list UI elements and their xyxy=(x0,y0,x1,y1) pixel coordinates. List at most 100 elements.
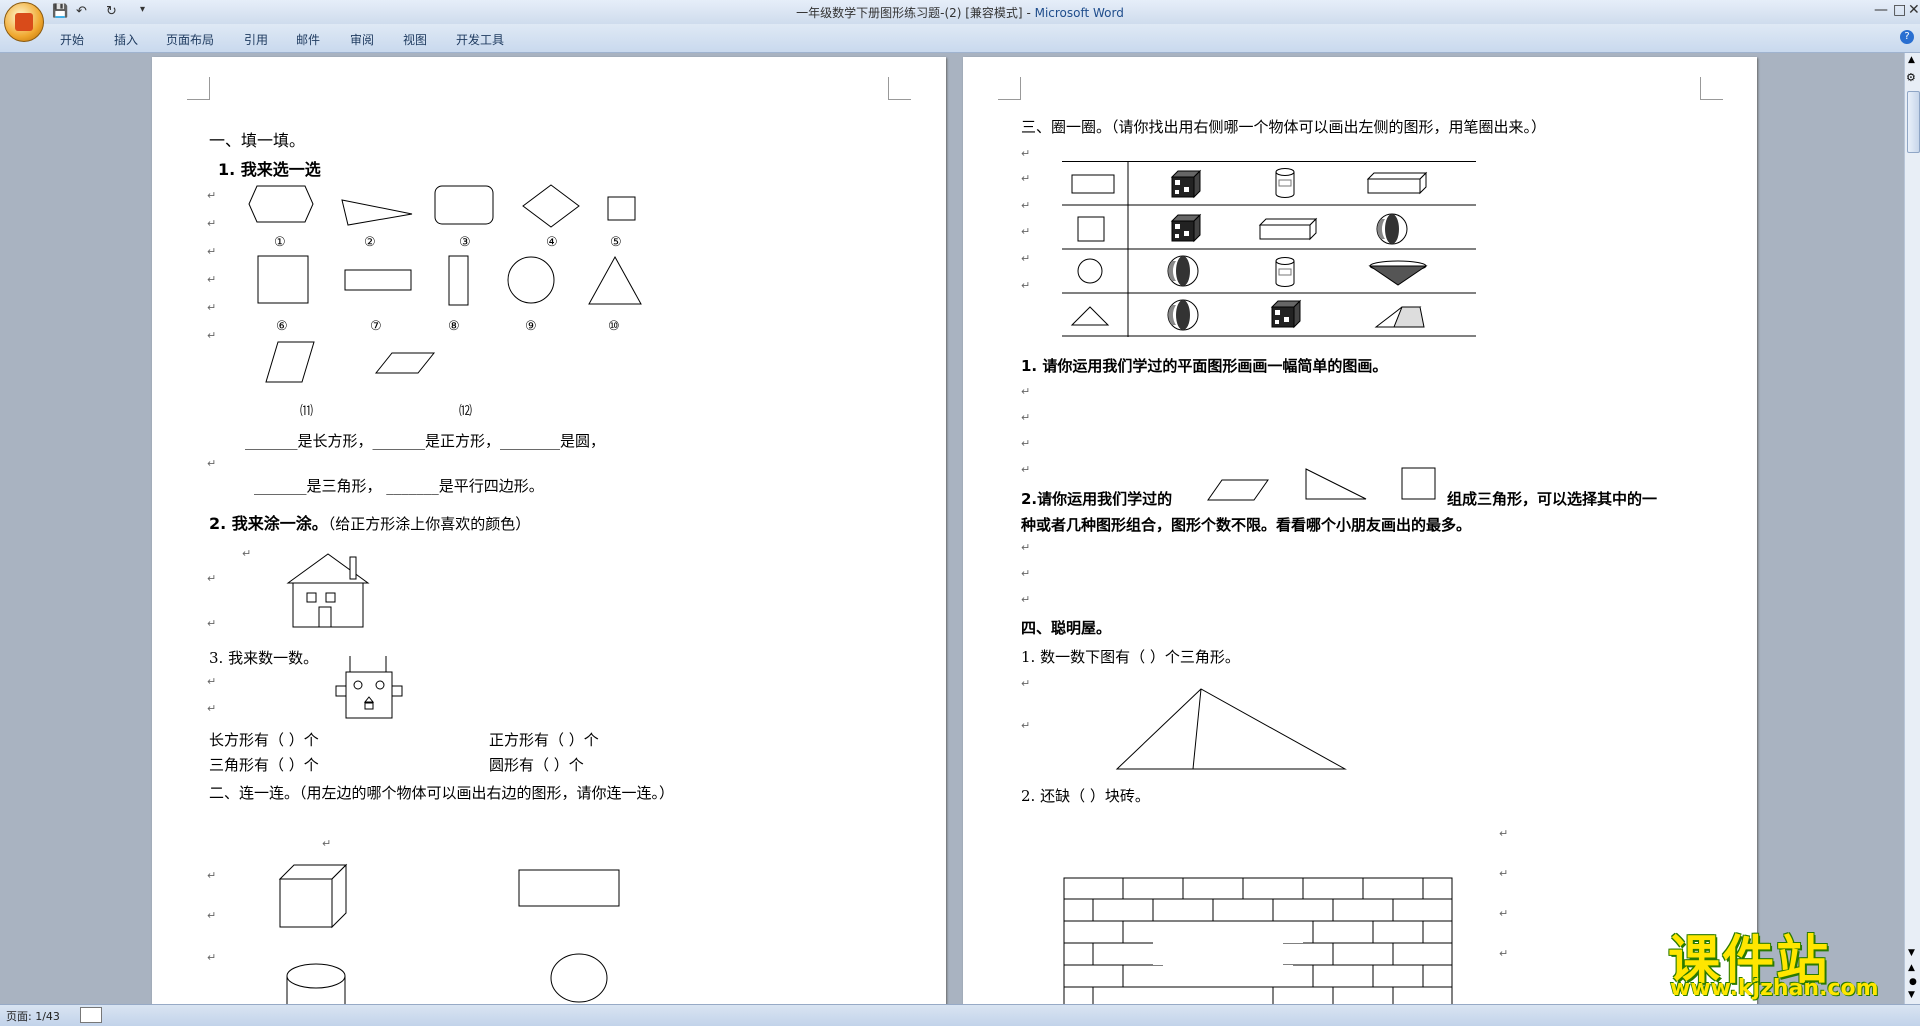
tab-view[interactable]: 视图 xyxy=(403,31,427,48)
paragraph-mark: ↵ xyxy=(1021,677,1031,690)
shape-label: ① xyxy=(274,235,286,250)
count-triangles: 三角形有（ ）个 xyxy=(209,756,319,774)
restore-icon[interactable]: □ xyxy=(1893,2,1906,18)
app-name: Microsoft Word xyxy=(1034,6,1124,20)
office-logo-icon xyxy=(15,13,33,31)
scroll-down-icon[interactable]: ▼ xyxy=(1908,948,1915,958)
crop-mark xyxy=(187,77,210,100)
paragraph-mark: ↵ xyxy=(1021,279,1031,292)
minimize-icon[interactable]: — xyxy=(1874,2,1888,18)
brick-wall-figure xyxy=(1063,877,1453,1004)
paragraph-mark: ↵ xyxy=(1021,385,1031,398)
count-squares: 正方形有（ ）个 xyxy=(489,731,599,749)
tab-mailings[interactable]: 邮件 xyxy=(296,31,320,48)
paragraph-mark: ↵ xyxy=(1021,411,1031,424)
paragraph-mark: ↵ xyxy=(207,217,217,230)
crop-mark xyxy=(1700,77,1723,100)
page-1: 一、填一填。 1. 我来选一选 ↵ ↵ ↵ ↵ ↵ ↵ ① ② ③ ④ ⑤ ⑥ … xyxy=(152,57,946,1004)
paragraph-mark: ↵ xyxy=(1021,463,1031,476)
help-icon[interactable]: ? xyxy=(1900,30,1914,44)
tall-rectangle-shape xyxy=(448,255,469,306)
triangle-count-figure xyxy=(1115,688,1347,770)
tab-references[interactable]: 引用 xyxy=(244,31,268,48)
site-watermark: 课件站 www.kjzhan.com xyxy=(1668,918,1900,1001)
paragraph-mark: ↵ xyxy=(207,572,217,585)
previous-page-icon[interactable]: ▲ xyxy=(1908,963,1915,973)
tab-review[interactable]: 审阅 xyxy=(350,31,374,48)
section-1-heading: 一、填一填。 xyxy=(209,131,306,150)
shape-label: ⑿ xyxy=(459,404,473,419)
tab-insert[interactable]: 插入 xyxy=(114,31,138,48)
page2-question-2-end: 组成三角形，可以选择其中的一 xyxy=(1447,490,1658,508)
shape-label: ⑦ xyxy=(370,319,382,334)
proofing-icon[interactable] xyxy=(80,1007,102,1023)
parallelogram-shape-flat xyxy=(374,352,436,374)
paragraph-mark: ↵ xyxy=(207,189,217,202)
paragraph-mark: ↵ xyxy=(322,837,332,850)
paragraph-mark: ↵ xyxy=(1021,541,1031,554)
section-4-question-1: 1. 数一数下图有（ ）个三角形。 xyxy=(1021,648,1240,666)
question-1-heading: 1. 我来选一选 xyxy=(218,160,321,179)
paragraph-mark: ↵ xyxy=(207,273,217,286)
tab-page-layout[interactable]: 页面布局 xyxy=(166,31,214,48)
shape-label: ⑨ xyxy=(525,319,537,334)
close-icon[interactable]: ✕ xyxy=(1908,2,1920,18)
watermark-url: www.kjzhan.com xyxy=(1670,976,1879,1001)
section-3-heading: 三、圈一圈。（请你找出用右侧哪一个物体可以画出左侧的图形，用笔圈出来。） xyxy=(1021,118,1547,136)
next-page-icon[interactable]: ▼ xyxy=(1908,990,1915,1000)
question-2-heading: 2. 我来涂一涂。 xyxy=(209,514,328,533)
paragraph-mark: ↵ xyxy=(207,457,217,470)
paragraph-mark: ↵ xyxy=(1021,199,1031,212)
paragraph-mark: ↵ xyxy=(1499,907,1509,920)
shape-label: ② xyxy=(364,235,376,250)
circle-shape xyxy=(507,256,555,304)
right-triangle-shape xyxy=(1305,468,1367,500)
office-button[interactable] xyxy=(4,2,44,42)
house-figure xyxy=(286,553,370,628)
page2-question-2-line2: 种或者几种图形组合，图形个数不限。看看哪个小朋友画出的最多。 xyxy=(1021,516,1472,534)
scroll-up-icon[interactable]: ▲ xyxy=(1908,55,1915,65)
title-bar: 💾 ↶ ↻ ▾ 一年级数学下册图形练习题-(2) [兼容模式] - Micros… xyxy=(0,0,1920,42)
shape-label: ⑥ xyxy=(276,319,288,334)
robot-figure xyxy=(335,656,403,719)
count-circles: 圆形有（ ）个 xyxy=(489,756,584,774)
circle-the-object-table xyxy=(1062,161,1476,337)
ribbon-tabs: 开始 插入 页面布局 引用 邮件 审阅 视图 开发工具 ? xyxy=(0,24,1920,53)
paragraph-mark: ↵ xyxy=(1499,867,1509,880)
crop-mark xyxy=(888,77,911,100)
ellipse-figure xyxy=(550,953,608,1003)
question-3-heading: 3. 我来数一数。 xyxy=(209,649,319,667)
section-2-heading: 二、连一连。（用左边的哪个物体可以画出右边的图形，请你连一连。） xyxy=(209,784,675,802)
paragraph-mark: ↵ xyxy=(1021,225,1031,238)
shape-label: ⑾ xyxy=(300,404,314,419)
question-2-line: 2. 我来涂一涂。（给正方形涂上你喜欢的颜色） xyxy=(209,510,530,534)
paragraph-mark: ↵ xyxy=(207,951,217,964)
cylinder-object xyxy=(286,963,346,1004)
page-2: 三、圈一圈。（请你找出用右侧哪一个物体可以画出左侧的图形，用笔圈出来。） ↵ ↵… xyxy=(963,57,1757,1004)
paragraph-mark: ↵ xyxy=(1499,947,1509,960)
document-title: 一年级数学下册图形练习题-(2) [兼容模式] xyxy=(796,6,1023,20)
rounded-rectangle-shape xyxy=(434,185,494,225)
window-title: 一年级数学下册图形练习题-(2) [兼容模式] - Microsoft Word xyxy=(796,6,1124,20)
count-rectangles: 长方形有（ ）个 xyxy=(209,731,319,749)
paragraph-mark: ↵ xyxy=(1021,147,1031,160)
shape-label: ③ xyxy=(459,235,471,250)
select-browse-object-icon[interactable]: ● xyxy=(1909,977,1917,987)
page-indicator[interactable]: 页面: 1/43 xyxy=(6,1008,60,1024)
tab-developer[interactable]: 开发工具 xyxy=(456,31,504,48)
paragraph-mark: ↵ xyxy=(1499,827,1509,840)
vertical-scrollbar[interactable]: ▲ ⚙ ▼ ▲ ● ▼ xyxy=(1904,53,1920,1004)
paragraph-mark: ↵ xyxy=(207,702,217,715)
ruler-toggle-icon[interactable]: ⚙ xyxy=(1906,71,1916,84)
scroll-thumb[interactable] xyxy=(1907,91,1920,153)
parallelogram-shape-small xyxy=(1207,479,1269,501)
tab-home[interactable]: 开始 xyxy=(60,31,84,48)
paragraph-mark: ↵ xyxy=(1021,172,1031,185)
fill-line-2: _______是三角形， _______是平行四边形。 xyxy=(254,477,544,495)
status-bar: 页面: 1/43 xyxy=(0,1004,1920,1026)
shape-label: ⑩ xyxy=(608,319,620,334)
hexagon-shape xyxy=(248,185,314,223)
page2-question-1: 1. 请你运用我们学过的平面图形画画一幅简单的图画。 xyxy=(1021,357,1388,375)
document-area: 一、填一填。 1. 我来选一选 ↵ ↵ ↵ ↵ ↵ ↵ ① ② ③ ④ ⑤ ⑥ … xyxy=(0,53,1904,1004)
fill-line-1: _______是长方形，_______是正方形，________是圆， xyxy=(245,432,606,450)
